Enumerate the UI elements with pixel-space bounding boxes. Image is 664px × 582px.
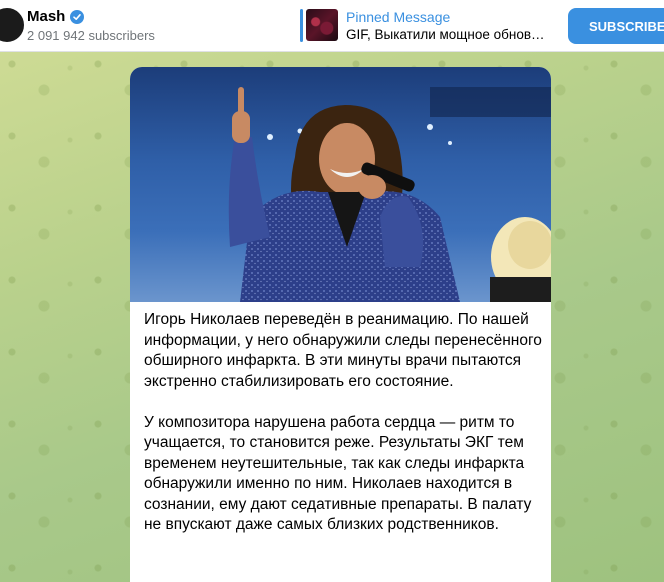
pinned-indicator <box>300 9 303 42</box>
post-paragraph: Игорь Николаев переведён в реанимацию. П… <box>144 311 542 390</box>
channel-avatar[interactable] <box>0 6 26 44</box>
channel-header: Mash 2 091 942 subscribers Pinned Messag… <box>0 0 664 52</box>
post-photo[interactable] <box>130 67 551 302</box>
verified-badge-icon <box>70 9 85 24</box>
post-text: Игорь Николаев переведён в реанимацию. П… <box>144 310 544 556</box>
subscriber-count: 2 091 942 subscribers <box>27 28 155 43</box>
channel-title[interactable]: Mash <box>27 8 85 25</box>
pinned-text[interactable]: GIF, Выкатили мощное обнов… <box>346 27 556 42</box>
post-photo-illustration <box>228 87 551 302</box>
pinned-title[interactable]: Pinned Message <box>346 9 450 25</box>
pinned-thumbnail[interactable] <box>306 9 338 41</box>
channel-name: Mash <box>27 8 66 25</box>
subscribe-button[interactable]: SUBSCRIBE <box>568 8 664 44</box>
channel-post: Игорь Николаев переведён в реанимацию. П… <box>130 67 551 582</box>
post-paragraph: У композитора нарушена работа сердца — р… <box>144 413 532 534</box>
